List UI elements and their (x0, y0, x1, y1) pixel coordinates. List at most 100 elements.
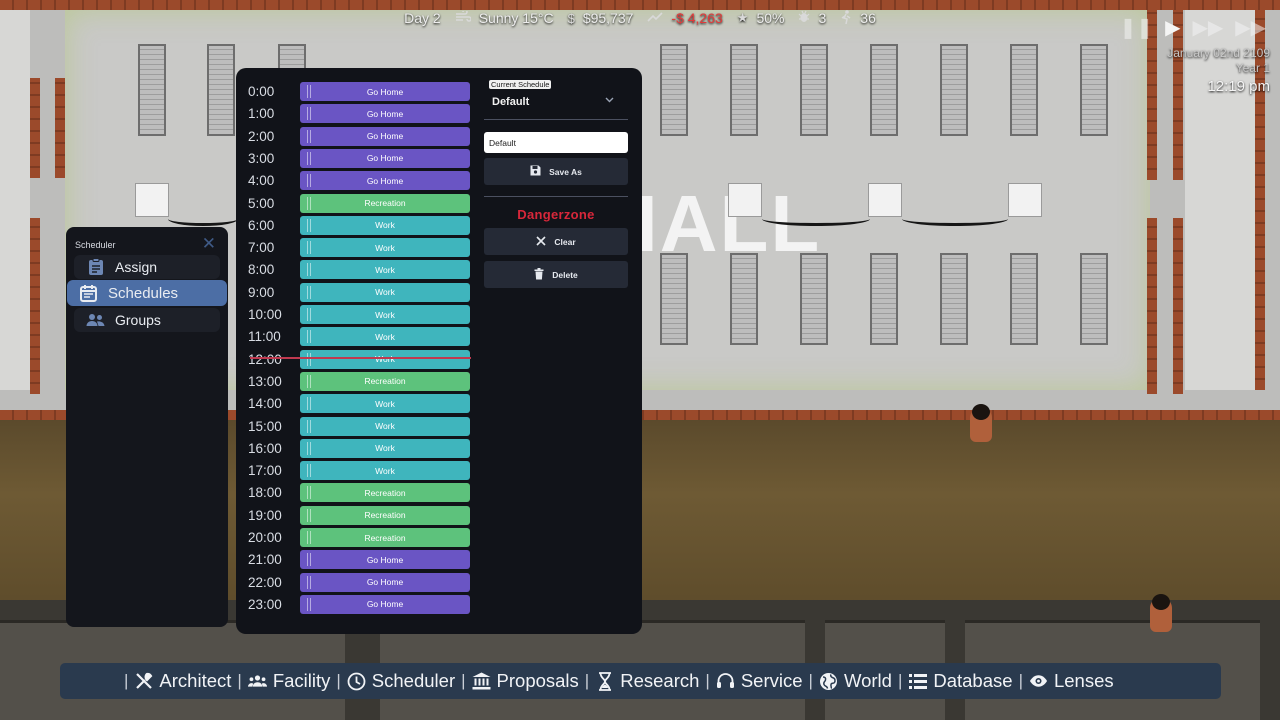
schedule-name-input[interactable] (484, 132, 628, 153)
toolbar-database[interactable]: Database (908, 670, 1013, 692)
barrier-rope (762, 212, 870, 226)
drag-handle-icon[interactable] (307, 263, 311, 277)
schedule-slot[interactable]: Work (300, 461, 470, 481)
schedule-slot[interactable]: Go Home (300, 104, 470, 124)
schedule-slot[interactable]: Recreation (300, 528, 470, 547)
bench[interactable] (870, 44, 898, 136)
bench[interactable] (660, 253, 688, 345)
schedule-slot[interactable]: Go Home (300, 572, 470, 592)
schedule-slot[interactable]: Recreation (300, 505, 470, 525)
schedule-slot[interactable]: Work (300, 238, 470, 258)
schedule-slot[interactable]: Work (300, 215, 470, 235)
schedule-slot[interactable]: Work (300, 416, 470, 436)
drag-handle-icon[interactable] (307, 508, 311, 522)
character[interactable] (970, 404, 992, 442)
bench[interactable] (800, 44, 828, 136)
schedule-hour-row: 19:00 Recreation (236, 505, 476, 527)
menu-item-groups[interactable]: Groups (74, 308, 220, 332)
pillar[interactable] (868, 183, 902, 217)
drag-handle-icon[interactable] (307, 107, 311, 121)
drag-handle-icon[interactable] (307, 597, 311, 611)
schedule-slot[interactable]: Go Home (300, 126, 470, 146)
bench[interactable] (800, 253, 828, 345)
toolbar-service[interactable]: Service (716, 670, 803, 692)
schedule-slot[interactable]: Go Home (300, 82, 470, 101)
toolbar-facility[interactable]: Facility (247, 670, 330, 692)
drag-handle-icon[interactable] (307, 419, 311, 433)
toolbar-lenses[interactable]: Lenses (1029, 670, 1114, 692)
drag-handle-icon[interactable] (307, 85, 311, 98)
bench[interactable] (870, 253, 898, 345)
bench[interactable] (1010, 253, 1038, 345)
delete-button[interactable]: Delete (484, 261, 628, 288)
bench[interactable] (730, 253, 758, 345)
bench[interactable] (138, 44, 166, 136)
schedule-slot[interactable]: Work (300, 438, 470, 458)
schedule-slot[interactable]: Work (300, 349, 470, 369)
toolbar-world[interactable]: World (819, 670, 892, 692)
drag-handle-icon[interactable] (307, 374, 311, 388)
schedule-slot[interactable]: Recreation (300, 371, 470, 391)
schedule-slot[interactable]: Go Home (300, 594, 470, 614)
bench[interactable] (1080, 253, 1108, 345)
pause-icon[interactable]: ❚❚ (1120, 18, 1154, 38)
schedule-slot[interactable]: Go Home (300, 171, 470, 191)
toolbar-architect[interactable]: Architect (134, 670, 231, 692)
toolbar-proposals[interactable]: Proposals (472, 670, 579, 692)
drag-handle-icon[interactable] (307, 441, 311, 455)
schedule-slot[interactable]: Work (300, 282, 470, 302)
drag-handle-icon[interactable] (307, 129, 311, 143)
play-icon[interactable]: ▶ (1165, 18, 1180, 38)
schedule-hour-row: 7:00 Work (236, 237, 476, 259)
select-value: Default (492, 96, 530, 108)
schedule-slot[interactable]: Recreation (300, 483, 470, 503)
schedule-slot[interactable]: Go Home (300, 550, 470, 570)
schedule-slot[interactable]: Go Home (300, 148, 470, 168)
schedule-hour-row: 22:00 Go Home (236, 572, 476, 594)
save-as-button[interactable]: Save As (484, 158, 628, 185)
fastest-forward-icon[interactable]: ▶▶ (1235, 18, 1266, 38)
drag-handle-icon[interactable] (307, 218, 311, 232)
drag-handle-icon[interactable] (307, 330, 311, 344)
drag-handle-icon[interactable] (307, 308, 311, 321)
drag-handle-icon[interactable] (307, 464, 311, 478)
toolbar-scheduler[interactable]: Scheduler (347, 670, 455, 692)
drag-handle-icon[interactable] (307, 196, 311, 210)
toolbar-research[interactable]: Research (595, 670, 699, 692)
character[interactable] (1150, 594, 1172, 632)
clear-button[interactable]: Clear (484, 228, 628, 255)
bench[interactable] (940, 253, 968, 345)
current-schedule-select[interactable]: Current Schedule Default (484, 80, 628, 120)
pillar[interactable] (728, 183, 762, 217)
bench[interactable] (730, 44, 758, 136)
pillar[interactable] (135, 183, 169, 217)
drag-handle-icon[interactable] (307, 151, 311, 165)
schedule-slot[interactable]: Work (300, 260, 470, 280)
drag-handle-icon[interactable] (307, 531, 311, 544)
schedule-slot[interactable]: Work (300, 327, 470, 347)
bench[interactable] (1010, 44, 1038, 136)
drag-handle-icon[interactable] (307, 174, 311, 188)
drag-handle-icon[interactable] (307, 397, 311, 411)
drag-handle-icon[interactable] (307, 575, 311, 589)
slot-activity-label: Work (375, 287, 395, 298)
bench[interactable] (660, 44, 688, 136)
schedule-slot[interactable]: Work (300, 305, 470, 324)
bench[interactable] (207, 44, 235, 136)
pillar[interactable] (1008, 183, 1042, 217)
drag-handle-icon[interactable] (307, 285, 311, 299)
close-icon[interactable]: ✕ (202, 234, 216, 254)
drag-handle-icon[interactable] (307, 553, 311, 567)
schedule-slot[interactable]: Recreation (300, 193, 470, 213)
menu-item-assign[interactable]: Assign (74, 255, 220, 279)
drag-handle-icon[interactable] (307, 241, 311, 255)
drag-handle-icon[interactable] (307, 352, 311, 366)
bench[interactable] (1080, 44, 1108, 136)
bench[interactable] (940, 44, 968, 136)
toolbar-separator: | (897, 671, 903, 690)
menu-item-schedules[interactable]: Schedules (67, 280, 227, 306)
fast-forward-icon[interactable]: ▶▶ (1192, 18, 1223, 38)
drag-handle-icon[interactable] (307, 486, 311, 500)
schedule-slot[interactable]: Work (300, 394, 470, 414)
wall (30, 78, 40, 178)
